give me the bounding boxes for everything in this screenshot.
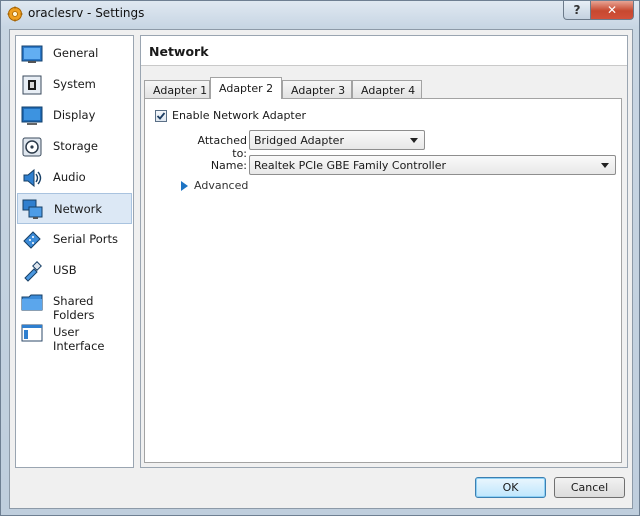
- sidebar-item-user-interface[interactable]: User Interface: [17, 317, 132, 353]
- attached-to-value: Bridged Adapter: [254, 134, 344, 147]
- page-title: Network: [141, 36, 627, 66]
- tab-adapter-1[interactable]: Adapter 1: [144, 80, 210, 99]
- tab-adapter-2[interactable]: Adapter 2: [210, 77, 282, 99]
- close-icon: ✕: [606, 3, 618, 17]
- sidebar-item-shared-folders[interactable]: Shared Folders: [17, 286, 132, 322]
- settings-gear-icon: [7, 6, 23, 22]
- usb-icon: [24, 261, 42, 282]
- adapter-name-value: Realtek PCIe GBE Family Controller: [254, 159, 447, 172]
- sidebar-item-label: Audio: [53, 170, 86, 184]
- settings-page: Network Adapter 1 Adapter 2 Adapter 3 Ad…: [140, 35, 628, 468]
- adapter-panel: Enable Network Adapter Attached to: Brid…: [144, 98, 622, 463]
- sidebar-item-general[interactable]: General: [17, 38, 132, 69]
- display-icon: [21, 106, 43, 125]
- network-icon: [22, 199, 43, 219]
- expand-arrow-icon: [181, 181, 188, 191]
- sidebar-item-label: USB: [53, 263, 77, 277]
- sidebar-item-label: Display: [53, 108, 96, 122]
- sidebar-item-serial-ports[interactable]: Serial Ports: [17, 224, 132, 255]
- sidebar-item-label: Serial Ports: [53, 232, 118, 246]
- sidebar-item-usb[interactable]: USB: [17, 255, 132, 286]
- sidebar-item-network[interactable]: Network: [17, 193, 132, 224]
- user-interface-icon: [21, 324, 43, 342]
- adapter-name-select[interactable]: Realtek PCIe GBE Family Controller: [249, 155, 616, 175]
- tab-adapter-4[interactable]: Adapter 4: [352, 80, 422, 99]
- chevron-down-icon: [601, 163, 609, 168]
- help-button[interactable]: ?: [563, 1, 591, 20]
- enable-network-adapter-checkbox[interactable]: [155, 110, 167, 122]
- sidebar-item-label: Network: [54, 202, 103, 216]
- sidebar-item-system[interactable]: System: [17, 69, 132, 100]
- close-button[interactable]: ✕: [590, 1, 634, 20]
- sidebar-item-label: Storage: [53, 139, 98, 153]
- settings-window: oraclesrv - Settings ? ✕ General System …: [0, 0, 640, 516]
- help-icon: ?: [573, 3, 581, 17]
- chevron-down-icon: [410, 138, 418, 143]
- cancel-button[interactable]: Cancel: [554, 477, 625, 498]
- sidebar-item-storage[interactable]: Storage: [17, 131, 132, 162]
- advanced-label: Advanced: [194, 179, 249, 192]
- audio-icon: [23, 168, 42, 188]
- title-bar: oraclesrv - Settings ? ✕: [1, 1, 639, 27]
- sidebar-item-display[interactable]: Display: [17, 100, 132, 131]
- ok-button[interactable]: OK: [475, 477, 546, 498]
- general-icon: [21, 45, 43, 63]
- storage-icon: [22, 137, 42, 157]
- system-icon: [22, 75, 42, 95]
- sidebar-item-label: User Interface: [53, 325, 105, 353]
- tab-adapter-3[interactable]: Adapter 3: [282, 80, 352, 99]
- name-label: Name:: [210, 159, 247, 172]
- checkmark-icon: [156, 112, 166, 120]
- sidebar-item-label: General: [53, 46, 99, 60]
- sidebar-item-audio[interactable]: Audio: [17, 162, 132, 193]
- attached-to-label: Attached to:: [197, 134, 247, 160]
- window-title: oraclesrv - Settings: [28, 6, 145, 20]
- serial-ports-icon: [23, 231, 41, 249]
- shared-folders-icon: [21, 294, 43, 311]
- enable-network-adapter-label: Enable Network Adapter: [172, 109, 307, 122]
- attached-to-select[interactable]: Bridged Adapter: [249, 130, 425, 150]
- dialog-body: General System Display Storage Audio Net…: [9, 29, 633, 509]
- advanced-expander[interactable]: Advanced: [181, 179, 251, 195]
- settings-sidebar: General System Display Storage Audio Net…: [15, 35, 134, 468]
- sidebar-item-label: System: [53, 77, 96, 91]
